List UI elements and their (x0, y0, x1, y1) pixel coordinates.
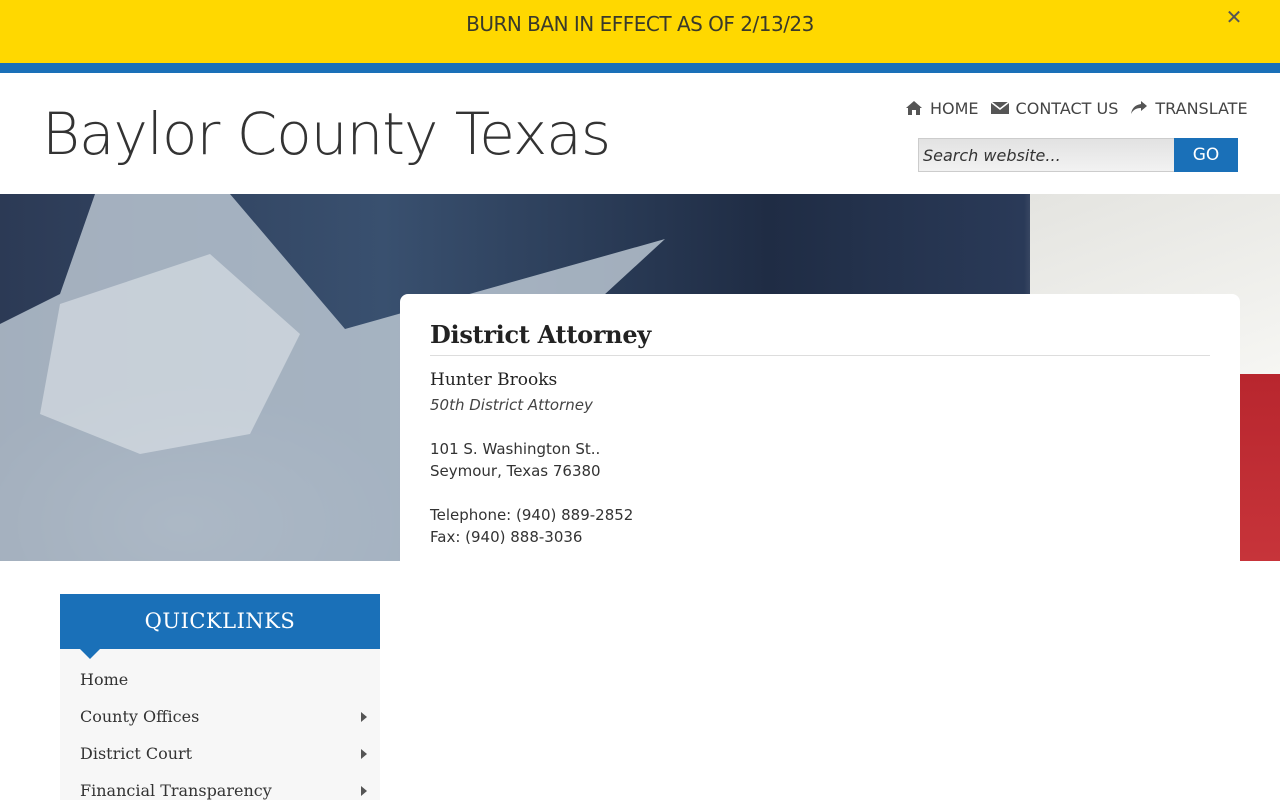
nav-translate-link[interactable]: TRANSLATE (1130, 98, 1248, 118)
official-role: 50th District Attorney (430, 396, 593, 414)
telephone-text: Telephone: (940) 889-2852 (430, 506, 634, 524)
page-title: District Attorney (430, 320, 1210, 356)
quicklinks-panel: QUICKLINKS Home County Offices District … (60, 594, 380, 800)
alert-banner: BURN BAN IN EFFECT AS OF 2/13/23 ✕ (0, 0, 1280, 63)
fax-text: Fax: (940) 888-3036 (430, 528, 583, 546)
search-go-button[interactable]: GO (1174, 138, 1238, 172)
quicklinks-title: QUICKLINKS (60, 594, 380, 649)
top-nav: HOME CONTACT US TRANSLATE (905, 96, 1248, 120)
envelope-icon (990, 101, 1009, 114)
quicklink-label: District Court (80, 744, 193, 763)
search-input[interactable] (918, 138, 1174, 172)
quicklink-label: Home (80, 670, 129, 689)
nav-home-link[interactable]: HOME (905, 99, 979, 118)
quicklink-county-offices[interactable]: County Offices (60, 703, 380, 740)
quicklink-financial-transparency[interactable]: Financial Transparency (60, 777, 380, 800)
address-line-2: Seymour, Texas 76380 (430, 462, 601, 480)
nav-home-label: HOME (930, 98, 979, 118)
nav-contact-label: CONTACT US (1015, 98, 1119, 118)
site-title[interactable]: Baylor County Texas (42, 100, 611, 168)
quicklink-district-court[interactable]: District Court (60, 740, 380, 777)
nav-contact-link[interactable]: CONTACT US (990, 98, 1119, 118)
caret-right-icon (361, 786, 367, 796)
quicklinks-list: Home County Offices District Court Finan… (60, 649, 380, 800)
caret-right-icon (361, 749, 367, 759)
close-icon[interactable]: ✕ (1223, 6, 1245, 28)
official-name: Hunter Brooks (430, 370, 558, 390)
header-divider (0, 63, 1280, 73)
quicklink-label: Financial Transparency (80, 781, 272, 800)
home-icon (906, 101, 922, 115)
quicklink-label: County Offices (80, 707, 200, 726)
alert-text: BURN BAN IN EFFECT AS OF 2/13/23 (466, 12, 814, 36)
caret-right-icon (361, 712, 367, 722)
nav-translate-label: TRANSLATE (1155, 98, 1248, 118)
address-line-1: 101 S. Washington St.. (430, 440, 601, 458)
quicklink-home[interactable]: Home (60, 666, 380, 703)
share-arrow-icon (1131, 101, 1148, 114)
quicklinks-notch (80, 649, 100, 659)
search-form: GO (918, 138, 1238, 172)
